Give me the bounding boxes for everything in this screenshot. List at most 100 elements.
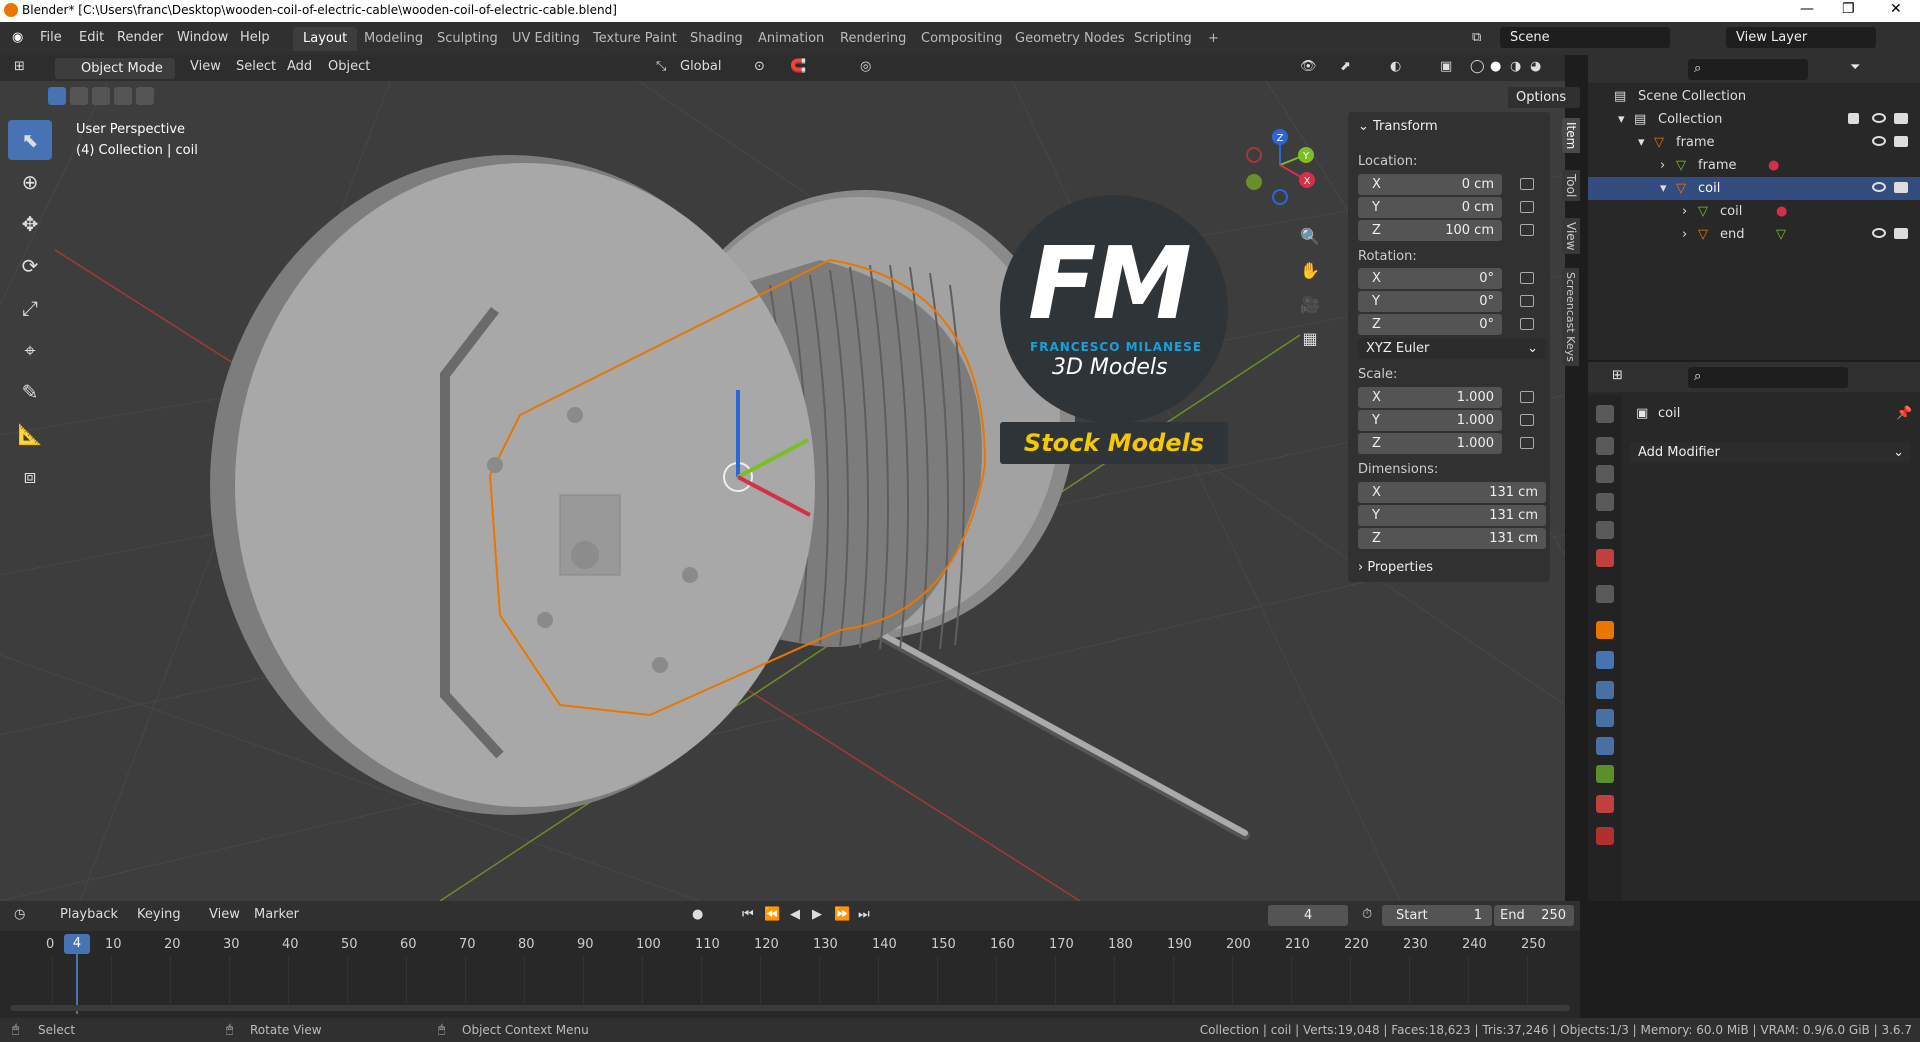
location-z-field[interactable]: Z 100 cm [1358,220,1502,241]
outliner-row-end[interactable]: › ▽ end ▽ [1588,223,1920,246]
pin-icon[interactable]: 📌 [1896,406,1912,421]
tab-uv-editing[interactable]: UV Editing [502,27,590,51]
minimize-icon[interactable]: — [1800,1,1814,17]
current-frame-field[interactable]: 4 [1268,905,1348,926]
collection-props-icon[interactable] [1596,585,1614,603]
scale-z-field[interactable]: Z 1.000 [1358,433,1502,454]
snap-icon[interactable]: 🧲 [790,59,806,74]
pan-hand-icon[interactable]: ✋ [1298,254,1322,288]
particles-icon[interactable] [1596,681,1614,699]
menu-marker[interactable]: Marker [254,907,299,922]
tab-layout[interactable]: Layout [293,27,358,51]
tab-sculpting[interactable]: Sculpting [427,27,508,51]
menu-edit[interactable]: Edit [79,30,104,45]
location-y-field[interactable]: Y 0 cm [1358,197,1502,218]
mode-selector[interactable]: Object Mode [55,58,175,79]
xray-icon[interactable]: ▣ [1440,59,1452,74]
outliner-row-collection[interactable]: ▾ ▤ Collection [1588,108,1920,131]
play-reverse-icon[interactable]: ◀ [790,907,800,922]
texture-props-icon[interactable] [1596,827,1614,845]
view-layer-icon[interactable] [1596,493,1614,511]
properties-subpanel-header[interactable]: › Properties [1358,560,1433,575]
gizmo-toggle-icon[interactable]: ⬈ [1340,59,1351,74]
tab-screencast-keys[interactable]: Screencast Keys [1562,268,1579,366]
constraints-icon[interactable] [1596,737,1614,755]
eye-icon[interactable] [1872,113,1886,123]
select-new-icon[interactable] [48,87,66,105]
play-icon[interactable]: ▶ [812,907,822,922]
move-icon[interactable]: ✥ [8,204,52,244]
select-invert-icon[interactable] [114,87,132,105]
next-keyframe-icon[interactable]: ⏩ [834,907,850,922]
checkbox-icon[interactable] [1848,113,1859,124]
measure-icon[interactable]: 📐 [8,414,52,454]
lock-location-z-icon[interactable] [1520,224,1534,236]
orientation-selector[interactable]: Global [680,59,721,74]
menu-select[interactable]: Select [236,59,276,74]
menu-render[interactable]: Render [117,30,163,45]
lock-scale-y-icon[interactable] [1520,414,1534,426]
overlay-toggle-icon[interactable]: ◐ [1390,59,1401,74]
tool-settings-icon[interactable] [1596,405,1614,423]
filter-icon[interactable]: ⏷ [1850,60,1860,75]
pivot-icon[interactable]: ⊙ [754,59,765,74]
tab-scripting[interactable]: Scripting [1124,27,1202,51]
output-icon[interactable] [1596,465,1614,483]
select-intersect-icon[interactable] [136,87,154,105]
visibility-icon[interactable]: 👁 [1300,59,1317,74]
menu-window[interactable]: Window [177,30,228,45]
scene-selector[interactable]: Scene [1500,27,1670,48]
outliner-search-input[interactable]: ⌕ [1688,59,1808,80]
3d-viewport[interactable] [0,55,1565,901]
menu-keying[interactable]: Keying [137,907,181,922]
camera-render-icon[interactable] [1894,113,1908,124]
editor-type-icon[interactable]: ⊞ [1612,368,1623,383]
close-icon[interactable]: ✕ [1890,1,1902,17]
mesh-data-props-icon[interactable] [1596,765,1614,783]
eye-icon[interactable] [1872,182,1886,192]
rotation-z-field[interactable]: Z 0° [1358,314,1502,335]
menu-playback[interactable]: Playback [60,907,118,922]
properties-search-input[interactable]: ⌕ [1688,367,1848,388]
menu-file[interactable]: File [40,30,62,45]
rotation-mode-select[interactable]: XYZ Euler ⌄ [1358,338,1546,359]
lock-rotation-z-icon[interactable] [1520,318,1534,330]
jump-start-icon[interactable]: ⏮ [742,907,754,922]
expand-chevron-icon[interactable]: ▾ [1660,181,1667,196]
scale-y-field[interactable]: Y 1.000 [1358,410,1502,431]
tab-compositing[interactable]: Compositing [911,27,1013,51]
outliner-row-scene-collection[interactable]: ▤ Scene Collection [1588,85,1920,108]
dimensions-y-field[interactable]: Y 131 cm [1358,505,1546,526]
options-button[interactable]: Options [1508,87,1580,108]
orientation-icon[interactable]: ⤡ [656,59,666,74]
expand-chevron-icon[interactable]: ▾ [1618,112,1625,127]
eye-icon[interactable] [1872,228,1886,238]
outliner-row-frame-mesh[interactable]: › ▽ frame ● [1588,154,1920,177]
rendered-shading-icon[interactable]: ◕ [1530,59,1541,74]
select-subtract-icon[interactable] [92,87,110,105]
material-props-icon[interactable] [1596,795,1614,813]
tab-item[interactable]: Item [1562,118,1580,154]
tab-shading[interactable]: Shading [680,27,753,51]
tab-rendering[interactable]: Rendering [830,27,916,51]
lock-rotation-y-icon[interactable] [1520,295,1534,307]
outliner-row-coil-mesh[interactable]: › ▽ coil ● [1588,200,1920,223]
dimensions-x-field[interactable]: X 131 cm [1358,482,1546,503]
annotate-icon[interactable]: ✎ [8,372,52,412]
view-layer-selector[interactable]: View Layer [1726,27,1876,48]
dimensions-z-field[interactable]: Z 131 cm [1358,528,1546,549]
cursor-icon[interactable]: ⊕ [8,162,52,202]
blender-menu-icon[interactable]: ◉ [12,30,23,45]
outliner-row-coil-selected[interactable]: ▾ ▽ coil [1588,177,1920,200]
material-shading-icon[interactable]: ◑ [1510,59,1521,74]
tab-view[interactable]: View [1562,218,1580,255]
world-icon[interactable] [1596,549,1614,567]
lock-rotation-x-icon[interactable] [1520,272,1534,284]
scene-props-icon[interactable] [1596,521,1614,539]
start-frame-field[interactable]: Start 1 [1382,905,1492,926]
zoom-icon[interactable]: 🔍 [1298,220,1322,254]
proportional-edit-icon[interactable]: ◎ [860,59,871,74]
tab-animation[interactable]: Animation [748,27,834,51]
rotate-icon[interactable]: ⟳ [8,246,52,286]
tab-texture-paint[interactable]: Texture Paint [583,27,687,51]
